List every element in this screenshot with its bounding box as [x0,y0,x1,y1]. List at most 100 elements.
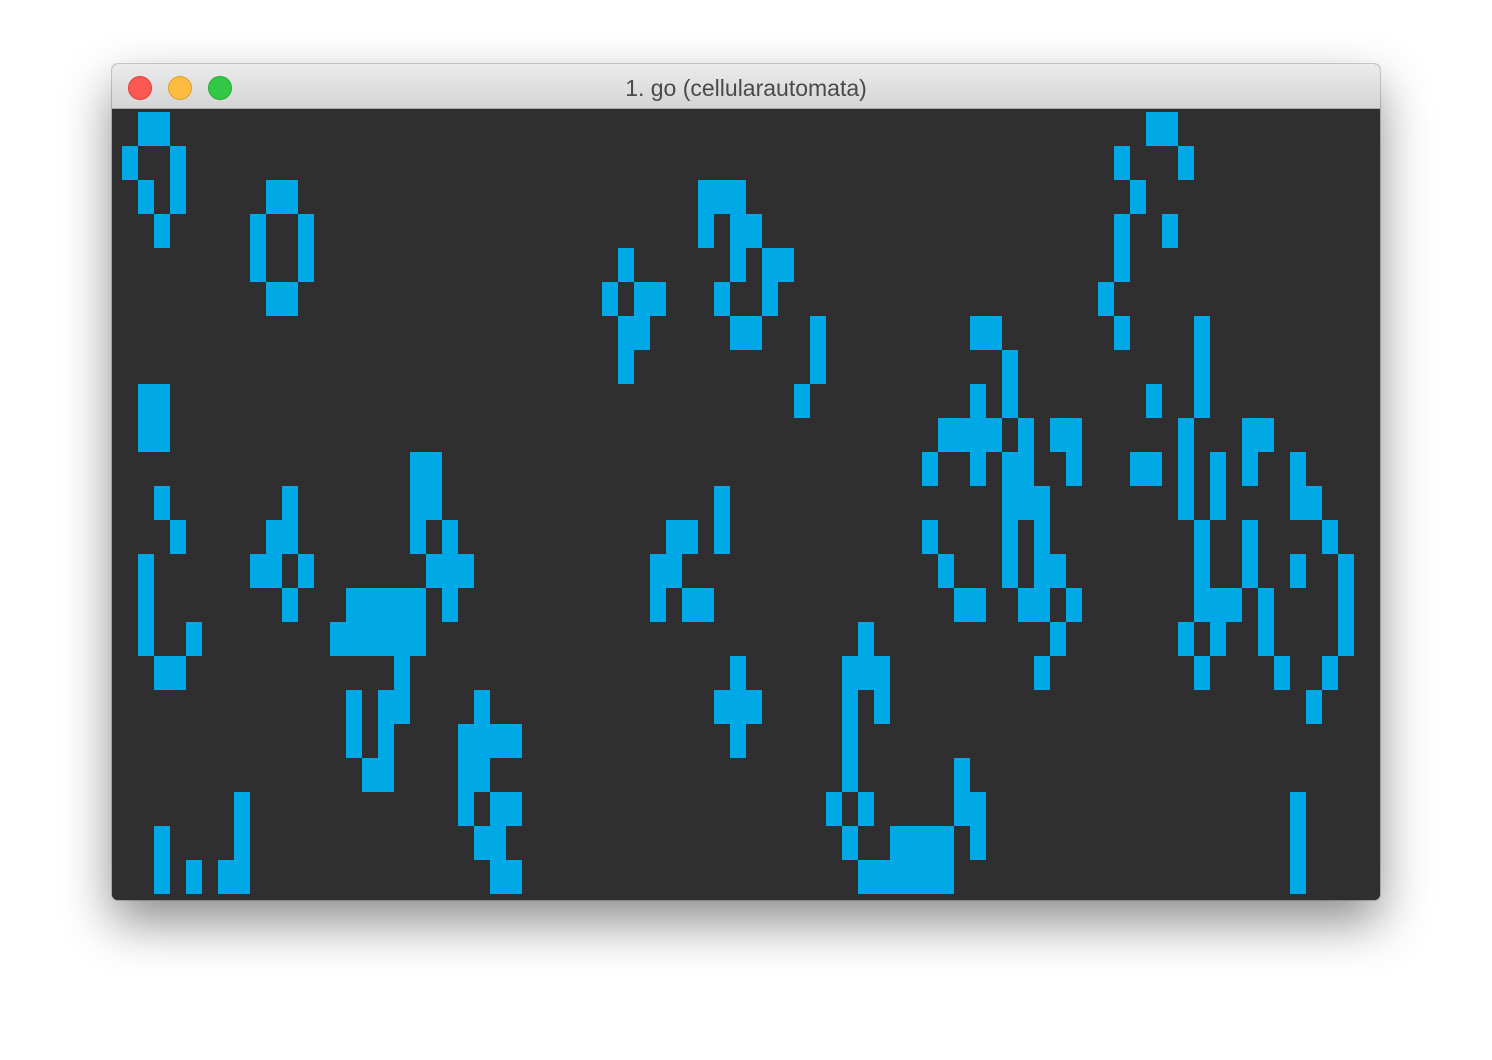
alive-cell [890,860,906,894]
alive-cell [138,622,154,656]
alive-cell [394,656,410,690]
alive-cell [1338,588,1354,622]
alive-cell [682,520,698,554]
alive-cell [1034,656,1050,690]
alive-cell [346,690,362,724]
alive-cell [906,860,922,894]
alive-cell [618,316,634,350]
alive-cell [1290,792,1306,826]
alive-cell [298,248,314,282]
alive-cell [298,554,314,588]
alive-cell [442,588,458,622]
alive-cell [842,826,858,860]
alive-cell [234,792,250,826]
alive-cell [330,622,346,656]
alive-cell [762,282,778,316]
alive-cell [698,588,714,622]
alive-cell [922,520,938,554]
alive-cell [346,724,362,758]
alive-cell [618,248,634,282]
alive-cell [474,826,490,860]
alive-cell [346,622,362,656]
alive-cell [170,146,186,180]
alive-cell [1210,452,1226,486]
alive-cell [170,656,186,690]
alive-cell [954,588,970,622]
alive-cell [1194,520,1210,554]
alive-cell [442,520,458,554]
alive-cell [154,384,170,418]
alive-cell [1002,554,1018,588]
alive-cell [634,282,650,316]
alive-cell [970,588,986,622]
alive-cell [1114,214,1130,248]
alive-cell [714,180,730,214]
alive-cell [714,690,730,724]
alive-cell [426,554,442,588]
alive-cell [186,622,202,656]
alive-cell [874,656,890,690]
alive-cell [1226,588,1242,622]
alive-cell [1290,554,1306,588]
alive-cell [378,622,394,656]
alive-cell [458,724,474,758]
alive-cell [138,384,154,418]
alive-cell [970,826,986,860]
alive-cell [890,826,906,860]
alive-cell [602,282,618,316]
alive-cell [1034,554,1050,588]
alive-cell [394,622,410,656]
alive-cell [650,588,666,622]
alive-cell [250,214,266,248]
alive-cell [650,282,666,316]
cell-grid [112,109,1380,900]
alive-cell [842,690,858,724]
alive-cell [1322,656,1338,690]
alive-cell [250,248,266,282]
alive-cell [1242,452,1258,486]
alive-cell [186,860,202,894]
alive-cell [730,214,746,248]
alive-cell [362,758,378,792]
alive-cell [426,452,442,486]
alive-cell [938,554,954,588]
alive-cell [826,792,842,826]
alive-cell [426,486,442,520]
alive-cell [730,316,746,350]
alive-cell [1242,520,1258,554]
alive-cell [394,690,410,724]
alive-cell [858,860,874,894]
alive-cell [1018,418,1034,452]
alive-cell [1002,452,1018,486]
alive-cell [682,588,698,622]
alive-cell [490,724,506,758]
alive-cell [1290,486,1306,520]
alive-cell [1146,112,1162,146]
alive-cell [922,826,938,860]
alive-cell [138,112,154,146]
alive-cell [1146,384,1162,418]
alive-cell [1034,588,1050,622]
alive-cell [1066,588,1082,622]
alive-cell [266,180,282,214]
alive-cell [1114,248,1130,282]
alive-cell [410,452,426,486]
alive-cell [1050,554,1066,588]
alive-cell [490,860,506,894]
alive-cell [122,146,138,180]
alive-cell [1194,384,1210,418]
alive-cell [410,520,426,554]
alive-cell [794,384,810,418]
title-bar[interactable]: 1. go (cellularautomata) [112,64,1380,109]
alive-cell [810,350,826,384]
alive-cell [1130,180,1146,214]
alive-cell [1114,146,1130,180]
alive-cell [1338,622,1354,656]
alive-cell [1194,656,1210,690]
alive-cell [474,724,490,758]
alive-cell [714,486,730,520]
alive-cell [1050,418,1066,452]
alive-cell [1290,860,1306,894]
alive-cell [666,554,682,588]
alive-cell [394,588,410,622]
